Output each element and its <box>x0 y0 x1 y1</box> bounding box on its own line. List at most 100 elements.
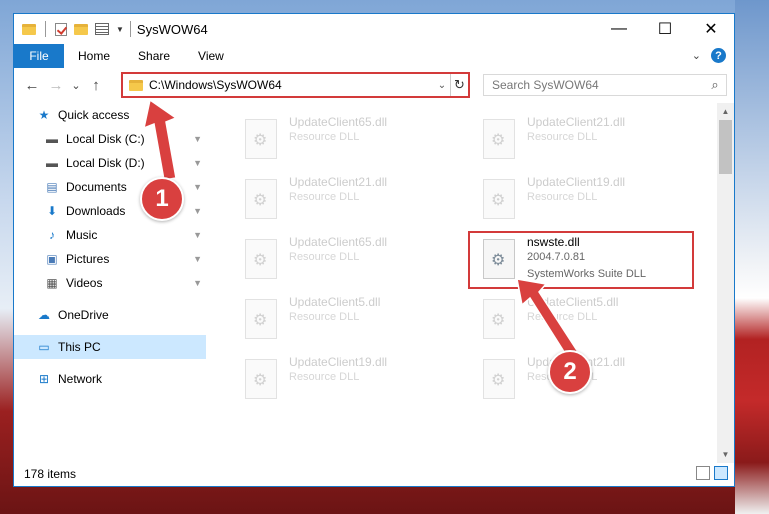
divider <box>129 21 131 37</box>
file-tile[interactable]: UpdateClient65.dll Resource DLL <box>239 231 469 287</box>
sidebar-item-label: Local Disk (D:) <box>66 156 145 170</box>
file-name: UpdateClient65.dll <box>289 235 388 249</box>
search-input[interactable]: Search SysWOW64 <box>492 78 704 92</box>
drive-icon: ▬ <box>46 156 58 170</box>
refresh-button[interactable]: ↻ <box>450 74 468 96</box>
downloads-icon: ⬇ <box>46 204 58 218</box>
sidebar-item-label: Quick access <box>58 108 130 122</box>
dll-file-icon <box>483 119 515 159</box>
vertical-scrollbar[interactable]: ▲ ▼ <box>717 103 734 463</box>
navigation-pane: ★ Quick access ▬ Local Disk (C:) ▼ ▬ Loc… <box>14 103 206 463</box>
file-description: Resource DLL <box>289 251 360 263</box>
sidebar-item-local-disk-c[interactable]: ▬ Local Disk (C:) ▼ <box>14 127 206 151</box>
properties-check-icon[interactable] <box>55 22 67 36</box>
up-button[interactable]: ↑ <box>84 77 108 94</box>
ribbon-controls: ⌄ ? <box>692 48 726 63</box>
tab-file[interactable]: File <box>14 44 64 68</box>
scroll-up-button[interactable]: ▲ <box>717 103 734 120</box>
tab-home[interactable]: Home <box>64 49 124 63</box>
sidebar-item-onedrive[interactable]: ☁ OneDrive <box>14 303 206 327</box>
sidebar-item-videos[interactable]: ▦ Videos ▼ <box>14 271 206 295</box>
folder-icon[interactable] <box>22 23 36 35</box>
item-count: 178 items <box>24 466 77 481</box>
sidebar-item-pictures[interactable]: ▣ Pictures ▼ <box>14 247 206 271</box>
desktop-background <box>735 0 769 514</box>
sidebar-item-label: OneDrive <box>58 308 109 322</box>
file-tile[interactable]: UpdateClient5.dll Resource DLL <box>477 291 707 347</box>
customize-toolbar-icon[interactable] <box>95 23 109 35</box>
sidebar-item-label: Music <box>66 228 98 242</box>
forward-button[interactable]: → <box>44 77 68 94</box>
sidebar-item-quick-access[interactable]: ★ Quick access <box>14 103 206 127</box>
tiles-view-button[interactable] <box>714 466 728 480</box>
pin-icon: ▼ <box>193 134 202 144</box>
minimize-button[interactable]: — <box>596 14 642 44</box>
expand-ribbon-icon[interactable]: ⌄ <box>692 49 701 62</box>
star-icon: ★ <box>38 108 50 122</box>
sidebar-item-this-pc[interactable]: ▭ This PC <box>14 335 206 359</box>
chevron-down-icon[interactable]: ▼ <box>116 25 124 34</box>
network-icon: ⊞ <box>38 372 50 386</box>
pictures-icon: ▣ <box>46 252 58 266</box>
window-controls: — ☐ ✕ <box>596 14 734 44</box>
step-1-callout: 1 <box>140 177 184 221</box>
folder-icon <box>129 79 143 91</box>
sidebar-item-network[interactable]: ⊞ Network <box>14 367 206 391</box>
file-name: UpdateClient65.dll <box>289 115 388 129</box>
pin-icon: ▼ <box>193 278 202 288</box>
sidebar-item-label: Pictures <box>66 252 110 266</box>
pin-icon: ▼ <box>193 182 202 192</box>
computer-icon: ▭ <box>38 340 50 354</box>
dll-file-icon <box>245 299 277 339</box>
search-icon[interactable]: ⌕ <box>704 77 726 93</box>
address-dropdown-button[interactable]: ⌄ <box>434 80 450 91</box>
cloud-icon: ☁ <box>38 308 50 322</box>
dll-file-icon <box>483 359 515 399</box>
close-button[interactable]: ✕ <box>688 14 734 44</box>
file-tile[interactable]: UpdateClient21.dllResource DLL <box>477 351 707 407</box>
sidebar-item-music[interactable]: ♪ Music ▼ <box>14 223 206 247</box>
sidebar-item-label: Local Disk (C:) <box>66 132 145 146</box>
address-text[interactable]: C:\Windows\SysWOW64 <box>149 78 434 92</box>
view-switcher <box>696 466 728 480</box>
tab-share[interactable]: Share <box>124 49 184 63</box>
recent-locations-button[interactable]: ⌄ <box>68 79 84 92</box>
tab-view[interactable]: View <box>184 49 238 63</box>
back-button[interactable]: ← <box>20 77 44 94</box>
file-tile[interactable]: UpdateClient5.dll Resource DLL <box>239 291 469 347</box>
quick-access-toolbar: ▼ <box>22 21 124 37</box>
sidebar-item-label: Downloads <box>66 204 126 218</box>
new-folder-icon[interactable] <box>74 23 88 35</box>
dll-file-icon <box>245 179 277 219</box>
help-icon[interactable]: ? <box>711 48 726 63</box>
documents-icon: ▤ <box>46 180 58 194</box>
file-description: Resource DLL <box>289 311 360 323</box>
maximize-button[interactable]: ☐ <box>642 14 688 44</box>
ribbon-tabs: File Home Share View ⌄ ? <box>14 44 734 68</box>
dll-file-icon <box>245 239 277 279</box>
file-tile[interactable]: UpdateClient21.dllResource DLL <box>239 171 469 227</box>
details-view-button[interactable] <box>696 466 710 480</box>
sidebar-item-label: Network <box>58 372 103 386</box>
dll-file-icon <box>483 179 515 219</box>
file-tile[interactable]: UpdateClient19.dll Resource DLL <box>477 171 707 227</box>
pin-icon: ▼ <box>193 230 202 240</box>
file-name: UpdateClient21.dll <box>527 115 626 129</box>
file-tile[interactable]: UpdateClient21.dll Resource DLL <box>477 111 707 167</box>
sidebar-item-label: This PC <box>58 340 101 354</box>
sidebar-item-local-disk-d[interactable]: ▬ Local Disk (D:) ▼ <box>14 151 206 175</box>
sidebar-item-label: Documents <box>66 180 127 194</box>
pin-icon: ▼ <box>193 158 202 168</box>
scroll-thumb[interactable] <box>719 120 732 174</box>
file-description: Resource DLL <box>289 371 360 383</box>
file-tile[interactable]: UpdateClient65.dll Resource DLL <box>239 111 469 167</box>
file-description: Resource DLL <box>527 131 598 143</box>
file-tile[interactable]: UpdateClient19.dll Resource DLL <box>239 351 469 407</box>
file-description: Resource DLL <box>289 191 360 203</box>
search-box[interactable]: Search SysWOW64 ⌕ <box>483 74 727 96</box>
address-bar[interactable]: C:\Windows\SysWOW64 ⌄ ↻ <box>121 72 470 98</box>
dll-file-icon <box>483 299 515 339</box>
